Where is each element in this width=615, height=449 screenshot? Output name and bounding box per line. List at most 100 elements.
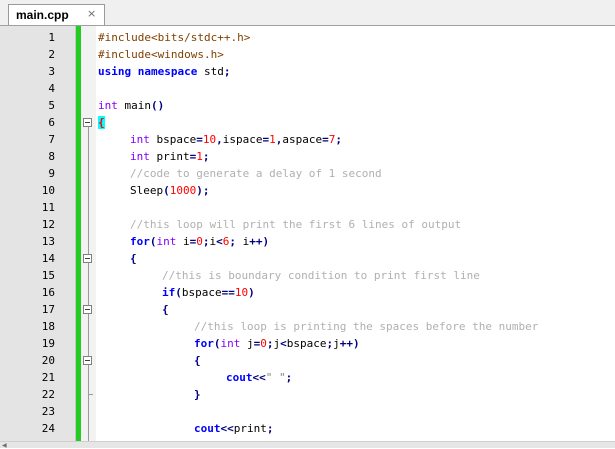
line-number: 16 [41, 286, 55, 299]
code-line[interactable]: 10 Sleep(1000); [0, 182, 615, 199]
code-token: int [130, 133, 150, 146]
code-token: 10 [202, 133, 217, 146]
code-line[interactable]: 4 [0, 80, 615, 97]
code-token: int [156, 235, 177, 248]
code-token: ; [202, 235, 210, 248]
line-number: 9 [48, 167, 55, 180]
fold-toggle-icon[interactable] [83, 254, 92, 263]
line-number: 8 [48, 150, 55, 163]
fold-toggle-icon[interactable] [83, 305, 92, 314]
code-token: Sleep [130, 184, 164, 197]
code-token: ; [202, 150, 210, 163]
code-token: cout [226, 371, 253, 384]
code-token: if [162, 286, 176, 299]
code-line[interactable]: 12 //this loop will print the first 6 lin… [0, 216, 615, 233]
code-text: //this loop will print the first 6 lines… [130, 216, 461, 233]
code-token: = [322, 133, 329, 146]
code-line[interactable]: 3 using namespace std; [0, 63, 615, 80]
code-token: bspace [149, 133, 197, 146]
code-line[interactable]: 23 [0, 403, 615, 420]
code-token: cout [194, 422, 221, 435]
scroll-left-icon[interactable]: ◀ [2, 442, 7, 449]
code-token: j [333, 337, 340, 350]
code-line[interactable]: 1 #include<bits/stdc++.h> [0, 29, 615, 46]
code-line[interactable]: 6{ [0, 114, 615, 131]
code-text: { [194, 352, 201, 369]
code-token: { [162, 303, 169, 316]
close-icon[interactable]: × [87, 7, 96, 20]
line-number: 15 [41, 269, 55, 282]
line-number: 22 [41, 388, 55, 401]
code-line[interactable]: 18 //this loop is printing the spaces bef… [0, 318, 615, 335]
fold-end-marker [88, 394, 93, 395]
line-number: 20 [41, 354, 55, 367]
code-token: 10 [234, 286, 249, 299]
tab-bar: main.cpp × [0, 0, 615, 26]
code-token: 1 [196, 150, 203, 163]
code-text: for(int i=0;i<6; i++) [130, 233, 269, 250]
code-line[interactable]: 5 int main() [0, 97, 615, 114]
code-token: ; [229, 235, 236, 248]
code-text: #include<bits/stdc++.h> [98, 29, 250, 46]
line-number: 11 [41, 201, 55, 214]
code-token: #include<windows.h> [98, 48, 224, 61]
code-line[interactable]: 17 { [0, 301, 615, 318]
code-token: == [221, 286, 235, 299]
code-line[interactable]: 8 int print=1; [0, 148, 615, 165]
code-token: { [98, 116, 105, 129]
line-number: 4 [48, 82, 55, 95]
code-token: //code to generate a delay of 1 second [130, 167, 382, 180]
code-text: int main() [98, 97, 164, 114]
tab-label: main.cpp [16, 8, 69, 22]
line-number: 14 [41, 252, 55, 265]
code-line[interactable]: 21 cout<<" "; [0, 369, 615, 386]
tab-main-cpp[interactable]: main.cpp × [8, 4, 105, 25]
code-token: 1 [269, 133, 276, 146]
code-line[interactable]: 20 { [0, 352, 615, 369]
code-text: int bspace=10,ispace=1,aspace=7; [130, 131, 342, 148]
code-text: { [162, 301, 169, 318]
code-text: //this loop is printing the spaces befor… [194, 318, 538, 335]
code-line[interactable]: 11 [0, 199, 615, 216]
code-token: int [130, 150, 150, 163]
code-token: int [98, 99, 118, 112]
code-line[interactable]: 19 for(int j=0;j<bspace;j++) [0, 335, 615, 352]
code-token: 0 [260, 337, 267, 350]
line-number: 10 [41, 184, 55, 197]
code-line[interactable]: 2 #include<windows.h> [0, 46, 615, 63]
fold-toggle-icon[interactable] [83, 356, 92, 365]
fold-toggle-icon[interactable] [83, 118, 92, 127]
code-text: { [98, 114, 105, 131]
code-editor[interactable]: 1 #include<bits/stdc++.h> 2 #include<window… [0, 26, 615, 441]
code-token: () [151, 99, 165, 112]
code-token: #include<bits/stdc++.h> [98, 31, 251, 44]
code-line[interactable]: 15 //this is boundary condition to print … [0, 267, 615, 284]
line-number: 12 [41, 218, 55, 231]
code-token: " " [265, 371, 286, 384]
code-token: j [240, 337, 254, 350]
line-number: 19 [41, 337, 55, 350]
line-number: 7 [48, 133, 55, 146]
code-text: //this is boundary condition to print fi… [162, 267, 480, 284]
code-text: { [130, 250, 137, 267]
line-number: 2 [48, 48, 55, 61]
code-text: for(int j=0;j<bspace;j++) [194, 335, 360, 352]
code-token: bspace [181, 286, 222, 299]
code-line[interactable]: 7 int bspace=10,ispace=1,aspace=7; [0, 131, 615, 148]
code-line[interactable]: 13 for(int i=0;i<6; i++) [0, 233, 615, 250]
line-number: 24 [41, 422, 55, 435]
code-text: if(bspace==10) [162, 284, 255, 301]
code-token: //this loop will print the first 6 lines… [130, 218, 462, 231]
code-token: ispace [222, 133, 263, 146]
code-line[interactable]: 14 { [0, 250, 615, 267]
code-token: ; [285, 371, 293, 384]
code-token: 1000 [169, 184, 197, 197]
code-token: std [197, 65, 224, 78]
code-token: < [216, 235, 223, 248]
code-line[interactable]: 24 cout<<print; [0, 420, 615, 437]
code-line[interactable]: 16 if(bspace==10) [0, 284, 615, 301]
line-number: 23 [41, 405, 55, 418]
code-token: } [194, 388, 201, 401]
code-token: 0 [196, 235, 203, 248]
code-line[interactable]: 9 //code to generate a delay of 1 second [0, 165, 615, 182]
